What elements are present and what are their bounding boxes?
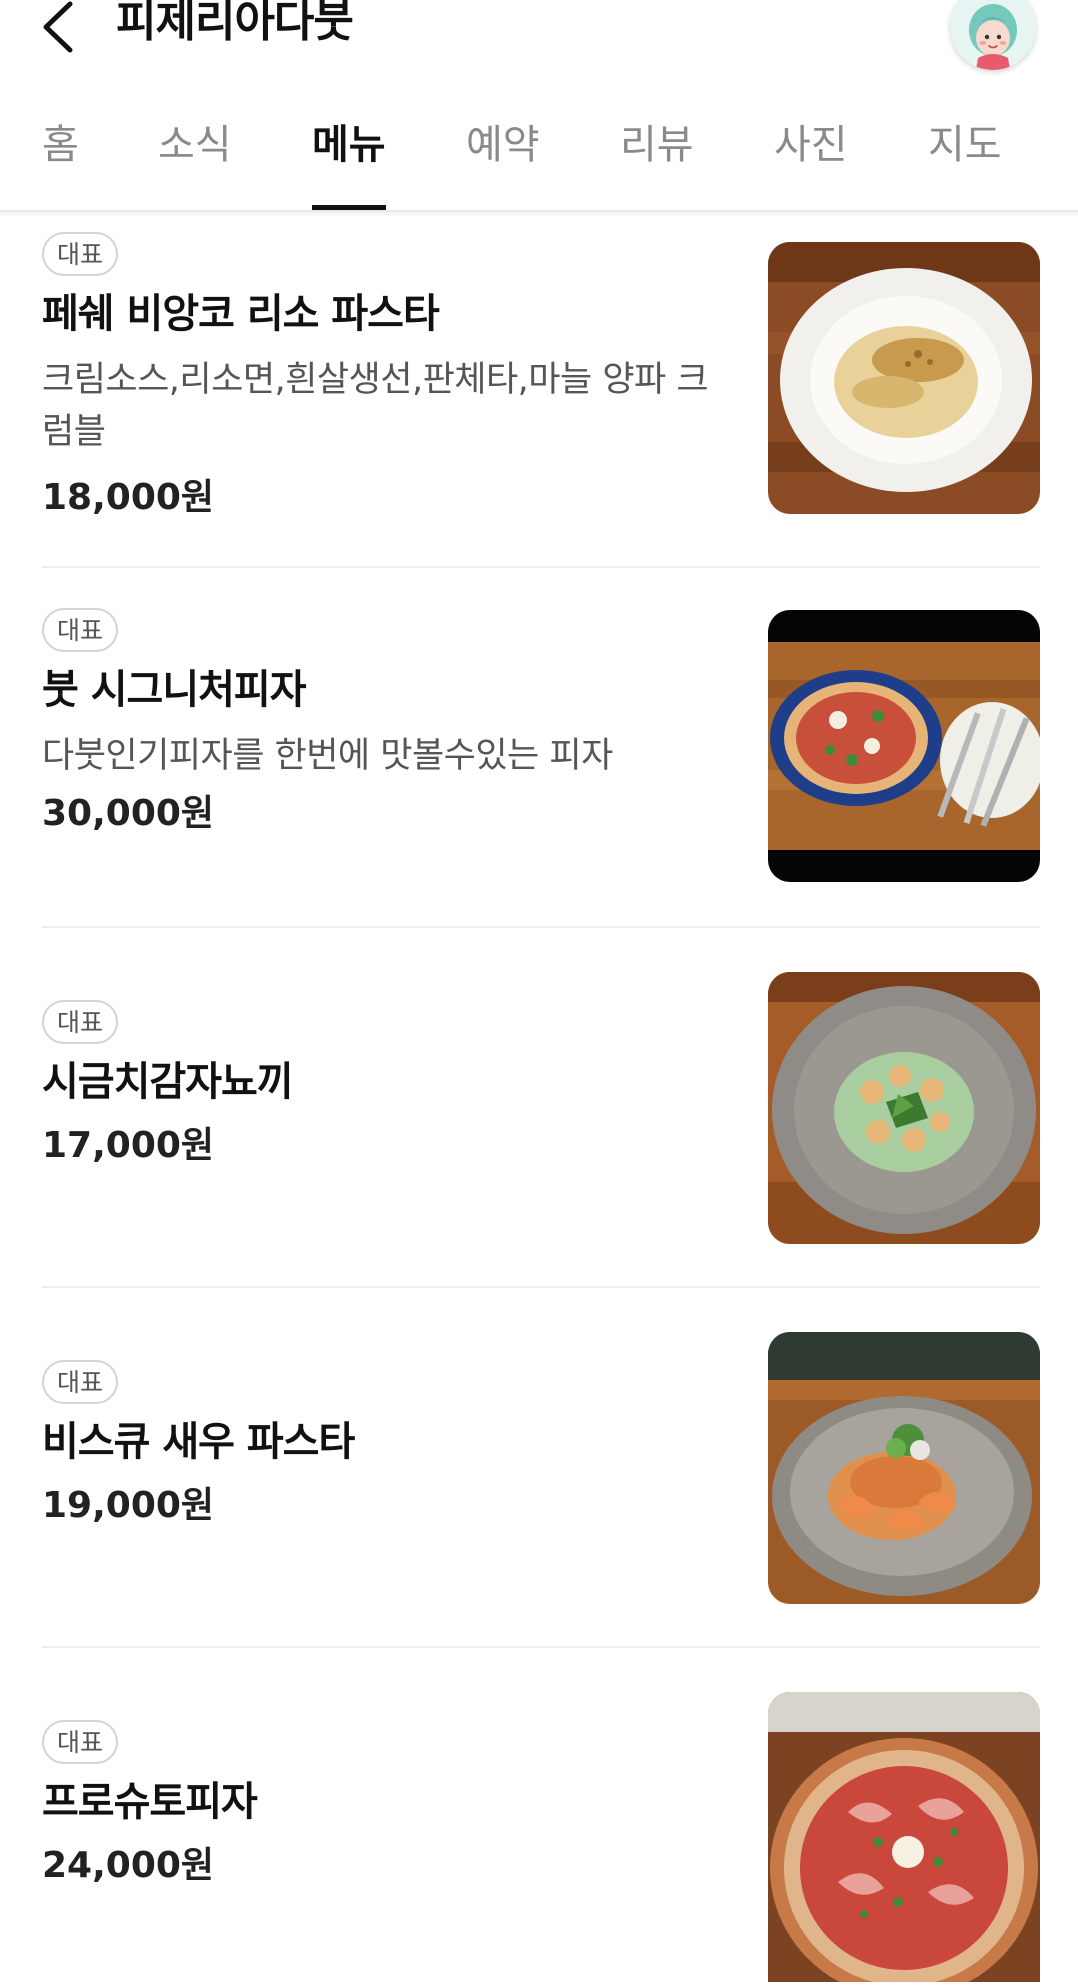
menu-item-photo[interactable]	[768, 610, 1040, 882]
menu-item-photo[interactable]	[768, 972, 1040, 1244]
tab-news[interactable]: 소식	[158, 120, 232, 210]
menu-item-name: 붓 시그니처피자	[42, 667, 307, 713]
menu-item[interactable]: 대표 붓 시그니처피자 다붓인기피자를 한번에 맛볼수있는 피자 30,000원	[42, 568, 1040, 928]
menu-item-photo[interactable]	[768, 1692, 1040, 1982]
tab-label: 예약	[466, 122, 540, 168]
bisque-shrimp-pasta-photo	[768, 1332, 1040, 1604]
risotto-pasta-photo	[768, 242, 1040, 514]
menu-item-price: 30,000원	[42, 793, 215, 834]
tab-bar: 홈 소식 메뉴 예약 리뷰 사진 지도	[0, 110, 1078, 212]
tab-review[interactable]: 리뷰	[620, 120, 694, 210]
menu-item[interactable]: 대표 페쉐 비앙코 리소 파스타 크림소스,리소면,흰살생선,판체타,마늘 양파…	[42, 212, 1040, 568]
menu-item[interactable]: 대표 프로슈토피자 24,000원	[42, 1648, 1040, 1988]
menu-item-description: 다붓인기피자를 한번에 맛볼수있는 피자	[42, 736, 613, 776]
tab-map[interactable]: 지도	[928, 120, 1002, 210]
tab-label: 홈	[42, 122, 79, 168]
tab-photo[interactable]: 사진	[774, 120, 848, 210]
tab-label: 지도	[928, 122, 1002, 168]
signature-badge: 대표	[42, 1000, 118, 1044]
tab-underline	[312, 205, 386, 210]
tab-home[interactable]: 홈	[42, 120, 79, 210]
tab-reservation[interactable]: 예약	[466, 120, 540, 210]
signature-badge: 대표	[42, 1720, 118, 1764]
profile-avatar-icon	[950, 0, 1036, 70]
menu-item-name: 프로슈토피자	[42, 1779, 258, 1825]
signature-badge: 대표	[42, 608, 118, 652]
signature-badge: 대표	[42, 1360, 118, 1404]
tab-menu[interactable]: 메뉴	[312, 120, 386, 210]
top-bar: 피제리아다붓	[0, 0, 1078, 80]
menu-item-name: 비스큐 새우 파스타	[42, 1419, 355, 1465]
tab-label: 리뷰	[620, 122, 694, 168]
tab-label: 사진	[774, 122, 848, 168]
menu-item-price: 24,000원	[42, 1845, 215, 1886]
signature-pizza-photo	[768, 610, 1040, 882]
tab-label: 소식	[158, 122, 232, 168]
menu-item-price: 19,000원	[42, 1485, 215, 1526]
menu-item-price: 17,000원	[42, 1125, 215, 1166]
menu-item-name: 페쉐 비앙코 리소 파스타	[42, 291, 440, 337]
menu-item-price: 18,000원	[42, 477, 215, 518]
menu-item-name: 시금치감자뇨끼	[42, 1059, 294, 1105]
menu-item-photo[interactable]	[768, 242, 1040, 514]
spinach-gnocchi-photo	[768, 972, 1040, 1244]
avatar[interactable]	[950, 0, 1036, 70]
menu-item[interactable]: 대표 시금치감자뇨끼 17,000원	[42, 928, 1040, 1288]
tab-label: 메뉴	[312, 122, 386, 168]
prosciutto-pizza-photo	[768, 1692, 1040, 1982]
back-button[interactable]	[40, 0, 80, 56]
page-title: 피제리아다붓	[116, 0, 354, 47]
signature-badge: 대표	[42, 232, 118, 276]
menu-item[interactable]: 대표 비스큐 새우 파스타 19,000원	[42, 1288, 1040, 1648]
menu-item-photo[interactable]	[768, 1332, 1040, 1604]
menu-item-description: 크림소스,리소면,흰살생선,판체타,마늘 양파 크럼블	[42, 360, 709, 452]
chevron-left-icon	[43, 1, 73, 53]
